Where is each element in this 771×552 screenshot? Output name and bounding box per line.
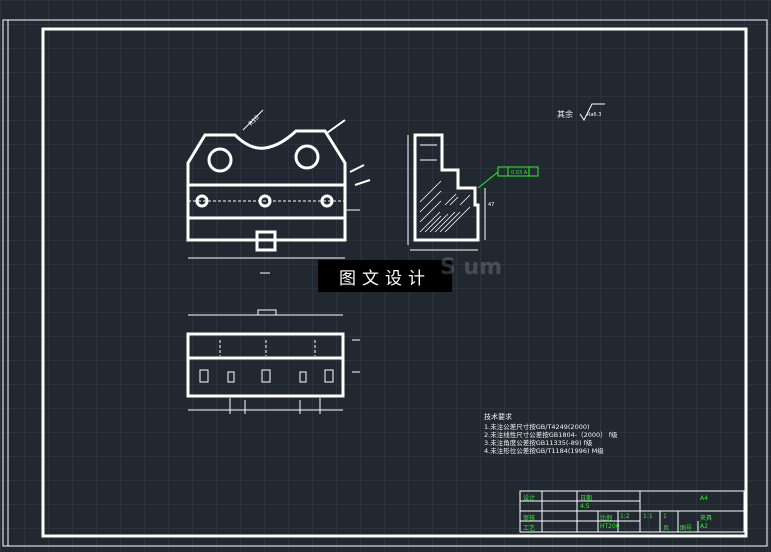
tb-qty: 1 (663, 513, 667, 520)
side-view (413, 133, 480, 242)
height-dimension: 47 (488, 202, 494, 208)
tb-designer: 设计 (523, 495, 536, 502)
tb-extra: 4.5 (580, 503, 590, 510)
top-view (186, 332, 345, 398)
tb-sheet: A4 (700, 495, 708, 502)
watermark-faint: S um (440, 255, 503, 280)
tb-process: 工艺 (523, 525, 536, 532)
watermark-label: 图文设计 (318, 260, 452, 292)
tb-checker: 审核 (523, 515, 536, 522)
tb-scale-val: 1:2 (620, 513, 630, 520)
tb-drawing-no: 图号 (680, 525, 693, 532)
tolerance-text: 0.03 A (511, 170, 528, 176)
top-view-details (188, 309, 360, 414)
tb-part-name: 夹具 (700, 515, 713, 522)
front-view (186, 129, 347, 252)
side-view-details (407, 135, 486, 251)
roughness-label: 其余 (557, 110, 573, 119)
tb-page: 页 (663, 525, 670, 532)
roughness-value: Ra6.3 (587, 112, 602, 118)
title-block (519, 490, 745, 533)
tb-scale: 1:1 (643, 513, 653, 520)
tb-material: HT200 (600, 523, 620, 530)
tb-drawing-no-val: A2 (700, 523, 708, 530)
front-view-dimension-text: R10 (247, 114, 260, 127)
tolerance-callout (477, 166, 539, 189)
tech-requirement-line: 4.未注形位公差按GB/T1184(1996) M级 (484, 447, 604, 455)
radius-dimension: R10 (247, 114, 260, 127)
tb-date: 日期 (580, 495, 593, 502)
tb-ratio: 比例 (600, 515, 613, 522)
